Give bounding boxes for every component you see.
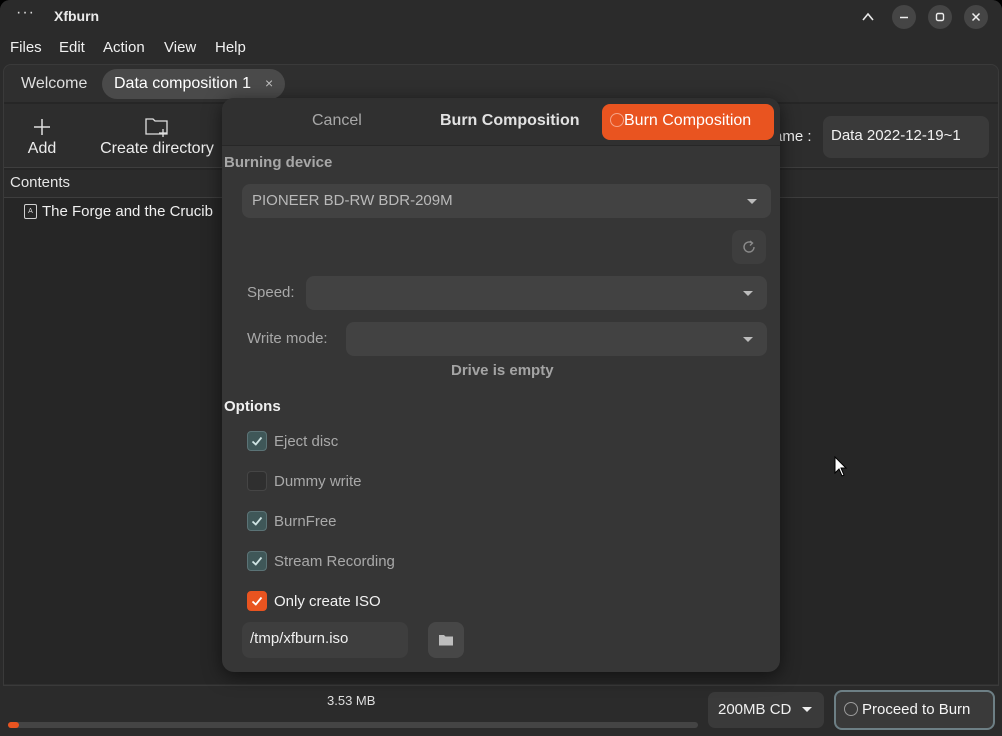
dialog-header: Cancel Burn Composition Burn Composition xyxy=(222,98,780,146)
disc-usage-bar xyxy=(8,722,698,728)
tab-welcome-label: Welcome xyxy=(21,75,88,92)
menu-bar: Files Edit Action View Help xyxy=(0,36,1002,60)
proceed-label: Proceed to Burn xyxy=(862,701,971,718)
folder-icon xyxy=(439,635,453,646)
window-title: Xfburn xyxy=(54,8,100,24)
disc-usage-fill xyxy=(8,722,20,728)
disc-type-value: 200MB CD xyxy=(718,701,792,718)
menu-action[interactable]: Action xyxy=(103,39,145,56)
folder-new-icon xyxy=(94,112,220,138)
burn-composition-dialog: Cancel Burn Composition Burn Composition… xyxy=(222,98,780,672)
refresh-devices-button[interactable] xyxy=(732,230,766,264)
only-create-iso-label: Only create ISO xyxy=(274,593,381,610)
menu-files[interactable]: Files xyxy=(10,39,42,56)
create-directory-button[interactable]: Create directory xyxy=(94,112,220,158)
composition-name-input[interactable]: Data 2022-12-19~1 xyxy=(823,116,989,158)
create-directory-label: Create directory xyxy=(100,140,214,157)
dialog-title: Burn Composition xyxy=(440,112,580,129)
stream-recording-label: Stream Recording xyxy=(274,553,395,570)
write-mode-select[interactable] xyxy=(346,322,767,356)
add-label: Add xyxy=(27,140,57,157)
refresh-icon xyxy=(743,240,755,253)
burning-device-heading: Burning device xyxy=(224,154,333,171)
eject-disc-checkbox[interactable] xyxy=(247,431,267,451)
add-button[interactable]: Add xyxy=(26,112,58,158)
speed-label: Speed: xyxy=(247,284,295,301)
contents-header-label: Contents xyxy=(10,174,71,191)
close-icon[interactable] xyxy=(964,5,988,29)
menu-help[interactable]: Help xyxy=(215,39,246,56)
maximize-icon[interactable] xyxy=(928,5,952,29)
burnfree-label: BurnFree xyxy=(274,513,337,530)
checkmark-icon xyxy=(251,436,263,446)
mouse-cursor-icon xyxy=(834,456,848,477)
dummy-write-label: Dummy write xyxy=(274,473,362,490)
burning-device-select[interactable]: PIONEER BD-RW BDR-209M xyxy=(242,184,771,218)
only-create-iso-checkbox[interactable] xyxy=(247,591,267,611)
dropdown-arrow-icon xyxy=(747,199,757,204)
tab-data-composition-label: Data composition 1 xyxy=(114,75,251,92)
burn-composition-button[interactable]: Burn Composition xyxy=(602,104,774,140)
xfburn-window: ··· Xfburn Files Edit Action View Help W… xyxy=(0,0,1002,736)
checkmark-icon xyxy=(251,596,263,606)
burn-composition-label: Burn Composition xyxy=(624,112,752,129)
drive-status-message: Drive is empty xyxy=(451,362,554,379)
cancel-button[interactable]: Cancel xyxy=(312,112,362,130)
dummy-write-checkbox[interactable] xyxy=(247,471,267,491)
dropdown-arrow-icon xyxy=(802,707,812,712)
stream-recording-checkbox[interactable] xyxy=(247,551,267,571)
composition-size: 3.53 MB xyxy=(327,693,376,708)
caret-up-icon[interactable] xyxy=(856,5,880,29)
iso-path-input[interactable]: /tmp/xfburn.iso xyxy=(242,622,408,658)
eject-disc-label: Eject disc xyxy=(274,433,339,450)
checkmark-icon xyxy=(251,556,263,566)
tab-data-composition[interactable]: Data composition 1 × xyxy=(102,69,286,99)
list-item-label: The Forge and the Crucib xyxy=(42,202,213,220)
options-heading: Options xyxy=(224,398,281,415)
list-item[interactable]: A The Forge and the Crucib xyxy=(24,200,213,222)
tab-welcome[interactable]: Welcome xyxy=(9,69,99,99)
window-menu-button[interactable]: ··· xyxy=(16,4,35,22)
proceed-to-burn-button[interactable]: Proceed to Burn xyxy=(834,690,995,730)
speed-select[interactable] xyxy=(306,276,767,310)
plus-icon xyxy=(26,112,58,138)
disc-icon xyxy=(610,113,624,127)
disc-icon xyxy=(844,702,858,716)
document-icon: A xyxy=(24,203,37,219)
minimize-icon[interactable] xyxy=(892,5,916,29)
menu-edit[interactable]: Edit xyxy=(59,39,85,56)
dropdown-arrow-icon xyxy=(743,291,753,296)
burning-device-value: PIONEER BD-RW BDR-209M xyxy=(252,192,453,209)
title-bar: ··· Xfburn xyxy=(0,0,1002,34)
write-mode-label: Write mode: xyxy=(247,330,328,347)
disc-type-select[interactable]: 200MB CD xyxy=(708,692,824,728)
menu-view[interactable]: View xyxy=(164,39,196,56)
burnfree-checkbox[interactable] xyxy=(247,511,267,531)
browse-folder-button[interactable] xyxy=(428,622,464,658)
dropdown-arrow-icon xyxy=(743,337,753,342)
checkmark-icon xyxy=(251,516,263,526)
tab-close-icon[interactable]: × xyxy=(265,75,273,91)
